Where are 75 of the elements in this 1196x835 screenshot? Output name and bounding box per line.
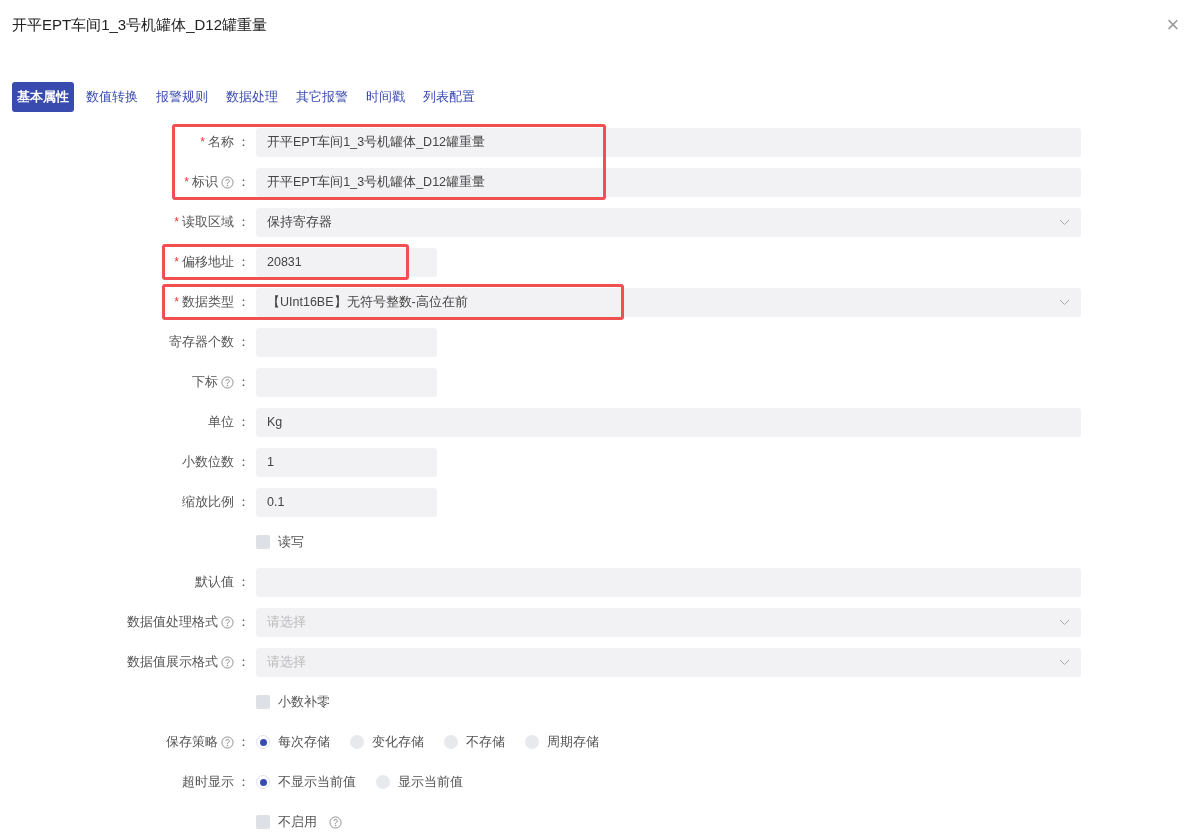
field-label: 保存策略 (166, 733, 218, 751)
required-mark: * (174, 294, 179, 311)
field-label: 数据值展示格式 (127, 653, 218, 671)
field-label: 数据值处理格式 (127, 613, 218, 631)
tab[interactable]: 基本属性 (12, 82, 74, 112)
label-colon: ： (237, 253, 250, 271)
field-label: 数据类型 (182, 293, 234, 311)
field-label: 默认值 (195, 573, 234, 591)
field-label: 寄存器个数 (169, 333, 234, 351)
chevron-down-icon (1059, 298, 1070, 306)
chevron-down-icon (1059, 618, 1070, 626)
help-icon[interactable] (329, 815, 342, 829)
required-mark: * (184, 174, 189, 191)
field-label: 名称 (208, 133, 234, 151)
radio-label: 不显示当前值 (278, 773, 356, 791)
text-field[interactable]: 0.1 (256, 487, 437, 517)
label-colon: ： (237, 293, 250, 311)
text-field[interactable]: 开平EPT车间1_3号机罐体_D12罐重量 (256, 127, 1081, 157)
tab[interactable]: 其它报警 (290, 82, 354, 112)
label-colon: ： (237, 373, 250, 391)
required-mark: * (174, 254, 179, 271)
chevron-down-icon (1059, 218, 1070, 226)
label-colon: ： (237, 773, 250, 791)
field-label: 单位 (208, 413, 234, 431)
label-colon: ： (237, 613, 250, 631)
required-mark: * (200, 134, 205, 151)
label-colon: ： (237, 173, 250, 191)
field-label: 超时显示 (182, 773, 234, 791)
tab[interactable]: 时间戳 (360, 82, 411, 112)
checkbox[interactable] (256, 695, 270, 709)
label-colon: ： (237, 573, 250, 591)
label-colon: ： (237, 653, 250, 671)
tab[interactable]: 数据处理 (220, 82, 284, 112)
tab[interactable]: 列表配置 (417, 82, 481, 112)
field-label: 读取区域 (182, 213, 234, 231)
text-field[interactable]: 20831 (256, 247, 437, 277)
help-icon[interactable] (221, 175, 234, 189)
radio-label: 每次存储 (278, 733, 330, 751)
tab[interactable]: 报警规则 (150, 82, 214, 112)
field-label: 缩放比例 (182, 493, 234, 511)
chevron-down-icon (1059, 658, 1070, 666)
radio-button[interactable] (256, 735, 270, 749)
label-colon: ： (237, 333, 250, 351)
checkbox[interactable] (256, 535, 270, 549)
checkbox-label: 读写 (278, 533, 304, 551)
radio-button[interactable] (256, 775, 270, 789)
tab[interactable]: 数值转换 (80, 82, 144, 112)
checkbox-label: 不启用 (278, 813, 317, 831)
radio-label: 周期存储 (547, 733, 599, 751)
radio-label: 显示当前值 (398, 773, 463, 791)
select-field[interactable]: 【UInt16BE】无符号整数-高位在前 (256, 287, 1081, 317)
label-colon: ： (237, 133, 250, 151)
help-icon[interactable] (221, 375, 234, 389)
field-label: 小数位数 (182, 453, 234, 471)
required-mark: * (174, 214, 179, 231)
label-colon: ： (237, 493, 250, 511)
label-colon: ： (237, 453, 250, 471)
select-field[interactable]: 保持寄存器 (256, 207, 1081, 237)
label-colon: ： (237, 413, 250, 431)
checkbox[interactable] (256, 815, 270, 829)
radio-label: 变化存储 (372, 733, 424, 751)
field-label: 偏移地址 (182, 253, 234, 271)
radio-label: 不存储 (466, 733, 505, 751)
help-icon[interactable] (221, 735, 234, 749)
help-icon[interactable] (221, 655, 234, 669)
checkbox-label: 小数补零 (278, 693, 330, 711)
help-icon[interactable] (221, 615, 234, 629)
text-field[interactable]: Kg (256, 407, 1081, 437)
label-colon: ： (237, 213, 250, 231)
text-field[interactable]: 开平EPT车间1_3号机罐体_D12罐重量 (256, 167, 1081, 197)
text-field[interactable]: 1 (256, 447, 437, 477)
label-colon: ： (237, 733, 250, 751)
dialog-title: 开平EPT车间1_3号机罐体_D12罐重量 (12, 14, 268, 35)
field-label: 下标 (192, 373, 218, 391)
field-label: 标识 (192, 173, 218, 191)
